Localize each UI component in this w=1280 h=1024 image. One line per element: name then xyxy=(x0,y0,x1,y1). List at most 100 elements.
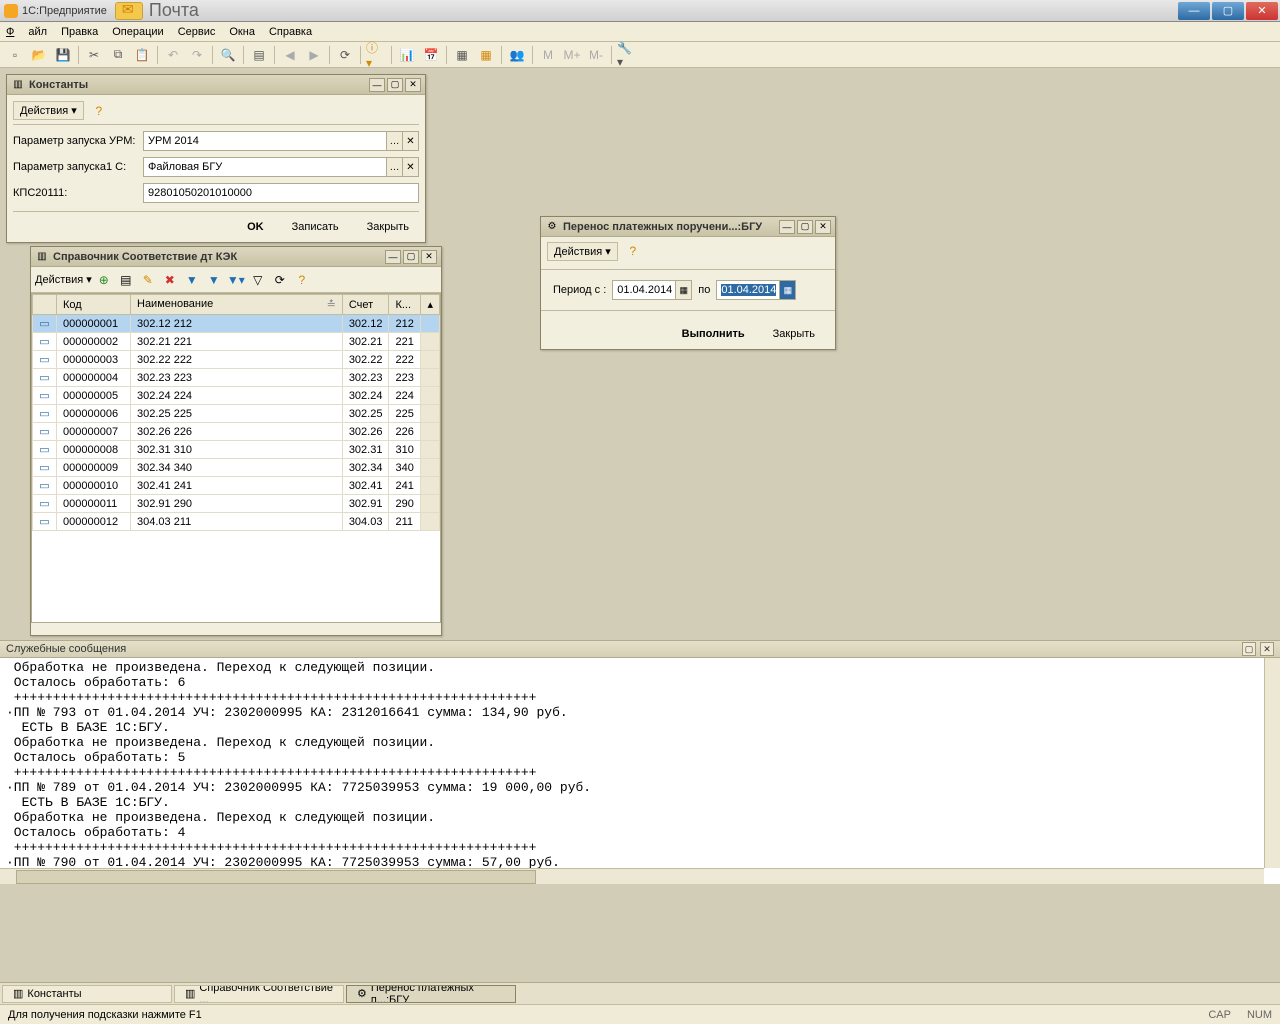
table-row[interactable]: ▭000000006302.25 225302.25225 xyxy=(33,405,440,423)
param-urm-field[interactable]: УРМ 2014 … ✕ xyxy=(143,131,419,151)
table-row[interactable]: ▭000000010302.41 241302.41241 xyxy=(33,477,440,495)
undo-icon[interactable]: ↶ xyxy=(162,44,184,66)
sort-icon[interactable]: ▽ xyxy=(248,270,268,290)
refresh-icon[interactable]: ⟳ xyxy=(334,44,356,66)
delete-icon[interactable]: ✖ xyxy=(160,270,180,290)
win-max-icon[interactable]: ▢ xyxy=(797,220,813,234)
task-transfer[interactable]: ⚙Перенос платежных п...:БГУ xyxy=(346,985,516,1003)
scroll-up-icon[interactable]: ▴ xyxy=(421,295,440,315)
win-max-icon[interactable]: ▢ xyxy=(403,250,419,264)
back-icon[interactable]: ◀ xyxy=(279,44,301,66)
table-row[interactable]: ▭000000012304.03 211304.03211 xyxy=(33,513,440,531)
messages-body[interactable]: Обработка не произведена. Переход к след… xyxy=(0,658,1280,872)
menu-windows[interactable]: Окна xyxy=(229,26,255,38)
mail-icon xyxy=(115,2,143,20)
add-icon[interactable]: ⊕ xyxy=(94,270,114,290)
win-min-icon[interactable]: — xyxy=(385,250,401,264)
table-row[interactable]: ▭000000004302.23 223302.23223 xyxy=(33,369,440,387)
mplus-icon[interactable]: M+ xyxy=(561,44,583,66)
win-close-icon[interactable]: ✕ xyxy=(815,220,831,234)
win-close-icon[interactable]: ✕ xyxy=(405,78,421,92)
open-icon[interactable]: 📂 xyxy=(28,44,50,66)
win-min-icon[interactable]: — xyxy=(779,220,795,234)
col-code[interactable]: Код xyxy=(57,295,131,315)
win-close-icon[interactable]: ✕ xyxy=(421,250,437,264)
help-icon[interactable]: ? xyxy=(622,240,644,262)
reference-table[interactable]: Код Наименование≛ Счет К... ▴ ▭000000001… xyxy=(31,293,441,623)
table-row[interactable]: ▭000000008302.31 310302.31310 xyxy=(33,441,440,459)
fwd-icon[interactable]: ▶ xyxy=(303,44,325,66)
col-acct[interactable]: Счет xyxy=(342,295,389,315)
table-row[interactable]: ▭000000009302.34 340302.34340 xyxy=(33,459,440,477)
calendar-icon[interactable]: ▦ xyxy=(675,281,691,299)
clear-icon[interactable]: ✕ xyxy=(402,158,418,176)
menu-service[interactable]: Сервис xyxy=(178,26,216,38)
actions-dropdown[interactable]: Действия ▾ xyxy=(35,273,92,286)
ellipsis-icon[interactable]: … xyxy=(386,158,402,176)
grid-icon[interactable]: ▦ xyxy=(451,44,473,66)
menu-operations[interactable]: Операции xyxy=(112,26,163,38)
cut-icon[interactable]: ✂ xyxy=(83,44,105,66)
date-from-field[interactable]: 01.04.2014▦ xyxy=(612,280,692,300)
filter1-icon[interactable]: ▼ xyxy=(182,270,202,290)
table-row[interactable]: ▭000000011302.91 290302.91290 xyxy=(33,495,440,513)
wrench-icon[interactable]: 🔧 ▾ xyxy=(616,44,638,66)
info-icon[interactable]: ⓘ ▾ xyxy=(365,44,387,66)
hscrollbar[interactable] xyxy=(0,868,1264,884)
copy-row-icon[interactable]: ▤ xyxy=(116,270,136,290)
actions-dropdown[interactable]: Действия ▾ xyxy=(547,242,618,261)
menu-help[interactable]: Справка xyxy=(269,26,312,38)
table-row[interactable]: ▭000000007302.26 226302.26226 xyxy=(33,423,440,441)
search-icon[interactable]: 🔍 xyxy=(217,44,239,66)
win-min-icon[interactable]: — xyxy=(369,78,385,92)
cal2-icon[interactable]: ▦ xyxy=(475,44,497,66)
msg-max-icon[interactable]: ▢ xyxy=(1242,642,1256,656)
menu-file[interactable]: Файл xyxy=(6,26,47,38)
save-button[interactable]: Записать xyxy=(282,218,349,236)
help-icon[interactable]: ? xyxy=(88,100,110,122)
help-icon[interactable]: ? xyxy=(292,270,312,290)
execute-button[interactable]: Выполнить xyxy=(672,325,755,343)
actions-dropdown[interactable]: Действия ▾ xyxy=(13,101,84,120)
m-icon[interactable]: M xyxy=(537,44,559,66)
tree-icon[interactable]: ▤ xyxy=(248,44,270,66)
refresh-icon[interactable]: ⟳ xyxy=(270,270,290,290)
table-row[interactable]: ▭000000003302.22 222302.22222 xyxy=(33,351,440,369)
task-constants[interactable]: ▥Константы xyxy=(2,985,172,1003)
col-icon[interactable] xyxy=(33,295,57,315)
close-button[interactable]: Закрыть xyxy=(763,325,825,343)
edit-icon[interactable]: ✎ xyxy=(138,270,158,290)
minimize-button[interactable]: — xyxy=(1178,2,1210,20)
calendar-icon[interactable]: 📅 xyxy=(420,44,442,66)
users-icon[interactable]: 👥 xyxy=(506,44,528,66)
filter3-icon[interactable]: ▼▾ xyxy=(226,270,246,290)
col-k[interactable]: К... xyxy=(389,295,421,315)
vscrollbar[interactable] xyxy=(1264,658,1280,868)
col-name[interactable]: Наименование≛ xyxy=(131,295,343,315)
close-button[interactable]: ✕ xyxy=(1246,2,1278,20)
close-button[interactable]: Закрыть xyxy=(357,218,419,236)
ok-button[interactable]: OK xyxy=(237,218,274,236)
msg-close-icon[interactable]: ✕ xyxy=(1260,642,1274,656)
date-to-field[interactable]: 01.04.2014▦ xyxy=(716,280,796,300)
filter2-icon[interactable]: ▼ xyxy=(204,270,224,290)
calc-icon[interactable]: 📊 xyxy=(396,44,418,66)
paste-icon[interactable]: 📋 xyxy=(131,44,153,66)
clear-icon[interactable]: ✕ xyxy=(402,132,418,150)
maximize-button[interactable]: ▢ xyxy=(1212,2,1244,20)
win-max-icon[interactable]: ▢ xyxy=(387,78,403,92)
calendar-icon[interactable]: ▦ xyxy=(779,281,795,299)
task-reference[interactable]: ▥Справочник Соответствие ... xyxy=(174,985,344,1003)
copy-icon[interactable]: ⧉ xyxy=(107,44,129,66)
table-row[interactable]: ▭000000005302.24 224302.24224 xyxy=(33,387,440,405)
redo-icon[interactable]: ↷ xyxy=(186,44,208,66)
new-icon[interactable]: ▫ xyxy=(4,44,26,66)
table-row[interactable]: ▭000000001302.12 212302.12212 xyxy=(33,315,440,333)
table-row[interactable]: ▭000000002302.21 221302.21221 xyxy=(33,333,440,351)
param-1c-field[interactable]: Файловая БГУ … ✕ xyxy=(143,157,419,177)
mminus-icon[interactable]: M- xyxy=(585,44,607,66)
kps-field[interactable]: 92801050201010000 xyxy=(143,183,419,203)
save-icon[interactable]: 💾 xyxy=(52,44,74,66)
ellipsis-icon[interactable]: … xyxy=(386,132,402,150)
menu-edit[interactable]: Правка xyxy=(61,26,98,38)
